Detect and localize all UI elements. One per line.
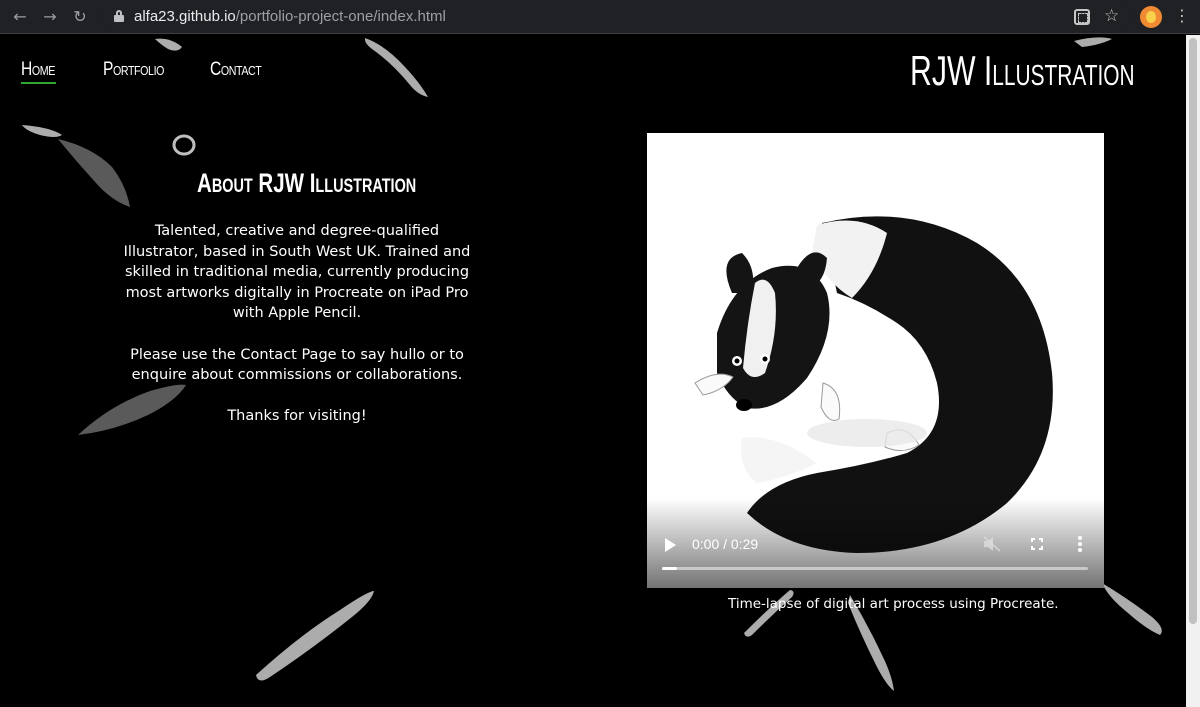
about-paragraph-1: Talented, creative and degree-qualified … [123, 223, 471, 322]
about-paragraph-2: Please use the Contact Page to say hullo… [130, 346, 464, 384]
reload-icon[interactable]: ↻ [70, 7, 90, 27]
feather-dark-left [58, 139, 130, 207]
nav-contact-link[interactable]: Contact [210, 59, 262, 81]
feather-topright [1074, 37, 1112, 47]
feather-top-1 [155, 38, 182, 51]
browser-toolbar: ← → ↻ alfa23.github.io/portfolio-project… [0, 0, 1200, 34]
feather-bottom [256, 591, 374, 681]
feather-face [172, 134, 196, 156]
fullscreen-icon[interactable] [1031, 538, 1043, 550]
video-progress-bar[interactable] [662, 567, 1088, 570]
scrollbar-thumb[interactable] [1189, 38, 1197, 624]
site-brand[interactable]: RJW Illustration [910, 47, 1135, 95]
nav-home-link[interactable]: Home [21, 59, 55, 81]
about-text: Talented, creative and degree-qualified … [120, 221, 474, 448]
video-more-icon[interactable] [1078, 536, 1082, 552]
about-paragraph-3: Thanks for visiting! [227, 408, 367, 425]
play-icon[interactable] [665, 538, 676, 552]
address-bar[interactable]: alfa23.github.io/portfolio-project-one/i… [102, 4, 1132, 30]
video-caption: Time-lapse of digital art process using … [728, 596, 1059, 612]
page: Home Portfolio Contact RJW Illustration … [0, 35, 1186, 707]
about-title: About RJW Illustration [197, 168, 417, 198]
mute-icon[interactable] [983, 536, 1001, 552]
timelapse-video[interactable]: 0:00 / 0:29 [647, 133, 1104, 588]
nav-portfolio-link[interactable]: Portfolio [103, 59, 164, 81]
profile-avatar[interactable] [1140, 6, 1162, 28]
feather-right-bottom [1102, 583, 1162, 635]
nav-active-indicator [21, 82, 56, 84]
video-progress-fill [662, 567, 677, 570]
video-time: 0:00 / 0:29 [692, 536, 759, 552]
back-icon[interactable]: ← [10, 7, 30, 27]
feather-left [22, 125, 62, 137]
feather-top-2 [364, 38, 428, 97]
url-text[interactable]: alfa23.github.io/portfolio-project-one/i… [134, 8, 446, 25]
lock-icon[interactable] [114, 10, 124, 22]
extension-icon[interactable] [1074, 9, 1090, 25]
kebab-menu-icon[interactable]: ⋮ [1174, 6, 1190, 26]
forward-icon[interactable]: → [40, 7, 60, 27]
star-icon[interactable]: ☆ [1104, 6, 1119, 26]
